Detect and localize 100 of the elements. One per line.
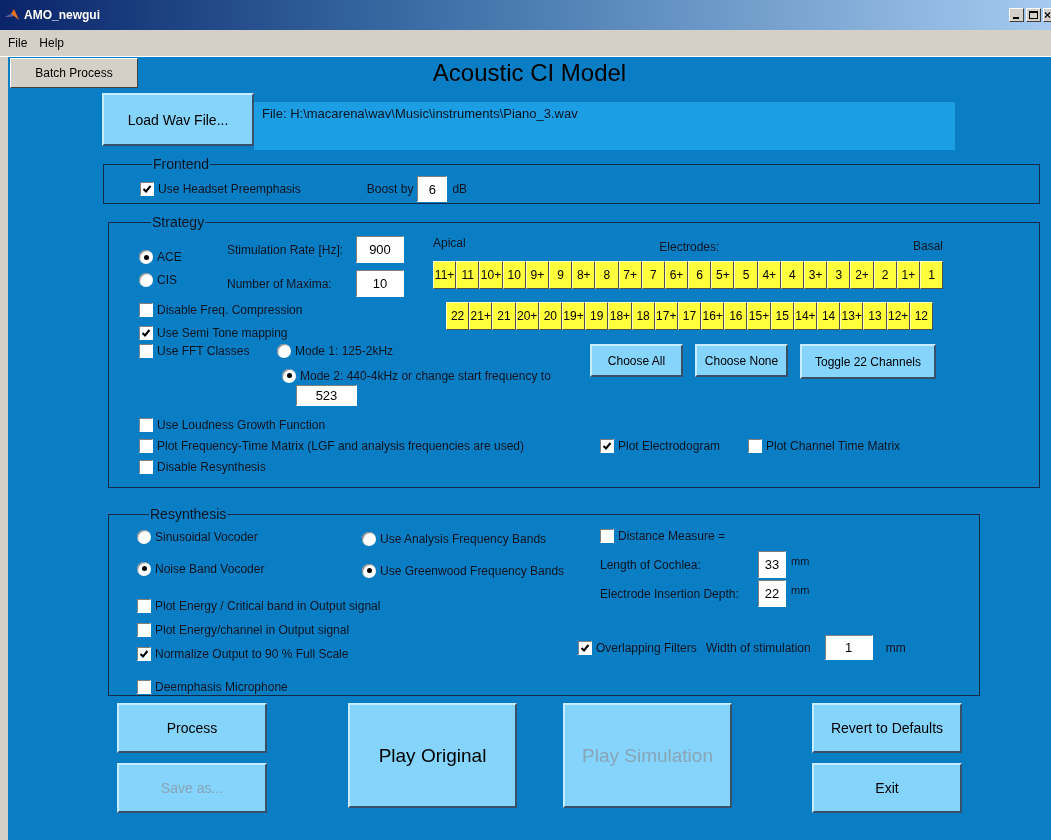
electrode-toggle[interactable]: 13+ [840, 302, 864, 330]
checkbox-label[interactable]: Plot Electrodogram [618, 438, 721, 453]
electrode-toggle[interactable]: 14 [817, 302, 841, 330]
batch-process-button[interactable]: Batch Process [10, 58, 138, 88]
electrode-toggle[interactable]: 20 [538, 302, 562, 330]
electrode-toggle[interactable]: 3+ [804, 261, 828, 289]
radio-label[interactable]: Mode 1: 125-2kHz [295, 344, 394, 358]
electrode-toggle[interactable]: 5 [734, 261, 758, 289]
electrode-toggle[interactable]: 2 [873, 261, 897, 289]
checkbox[interactable] [139, 438, 153, 453]
checkbox[interactable] [137, 646, 151, 661]
electrode-toggle[interactable]: 13 [863, 302, 887, 330]
menu-item[interactable]: Help [33, 34, 71, 52]
input-field[interactable]: 1 [824, 635, 873, 660]
maximize-button[interactable] [1026, 8, 1041, 22]
radio-button[interactable] [282, 368, 296, 383]
checkbox[interactable] [600, 438, 614, 453]
radio-button[interactable] [137, 561, 151, 576]
electrode-toggle[interactable]: 10+ [479, 261, 503, 289]
radio-label[interactable]: CIS [157, 273, 177, 287]
radio-label[interactable]: Noise Band Vocoder [155, 561, 265, 576]
input-field[interactable]: 22 [758, 580, 786, 607]
electrode-toggle[interactable]: 2+ [850, 261, 874, 289]
electrode-toggle[interactable]: 6+ [664, 261, 689, 289]
input-field[interactable]: 6 [417, 176, 448, 202]
radio-label[interactable]: Sinusoidal Vocoder [155, 530, 258, 544]
electrode-toggle[interactable]: 12 [909, 302, 933, 330]
electrode-toggle[interactable]: 21 [492, 302, 516, 330]
choose-all-button[interactable]: Choose All [590, 344, 683, 377]
electrode-toggle[interactable]: 9+ [525, 261, 549, 289]
play-original-button[interactable]: Play Original [348, 703, 517, 808]
electrode-toggle[interactable]: 4 [780, 261, 804, 289]
radio-button[interactable] [362, 532, 376, 546]
minimize-button[interactable] [1009, 8, 1024, 22]
electrode-toggle[interactable]: 8 [595, 261, 619, 289]
electrode-toggle[interactable]: 16+ [701, 302, 725, 330]
checkbox[interactable] [137, 622, 151, 637]
electrode-toggle[interactable]: 5+ [711, 261, 735, 289]
electrode-toggle[interactable]: 11 [456, 261, 480, 289]
input-field[interactable]: 523 [296, 384, 357, 406]
radio-label[interactable]: Mode 2: 440-4kHz or change start frequency to [300, 368, 551, 383]
electrode-toggle[interactable]: 15 [770, 302, 794, 330]
checkbox[interactable] [139, 417, 153, 432]
electrode-toggle[interactable]: 6 [688, 261, 712, 289]
electrode-toggle[interactable]: 20+ [515, 302, 539, 330]
electrode-toggle[interactable]: 17 [677, 302, 702, 330]
checkbox-label[interactable]: Deemphasis Microphone [155, 679, 288, 694]
checkbox-label[interactable]: Disable Freq. Compression [157, 303, 303, 317]
radio-label[interactable]: Use Greenwood Frequency Bands [380, 563, 565, 578]
exit-button[interactable]: Exit [812, 763, 962, 813]
input-field[interactable]: 33 [758, 551, 786, 578]
menu-item[interactable]: File [2, 34, 34, 52]
radio-button[interactable] [139, 273, 153, 287]
input-field[interactable]: 10 [356, 270, 404, 297]
process-button[interactable]: Process [117, 703, 267, 753]
choose-none-button[interactable]: Choose None [695, 344, 788, 377]
checkbox-label[interactable]: Use Loudness Growth Function [157, 417, 326, 432]
electrode-toggle[interactable]: 19+ [561, 302, 586, 330]
revert-button[interactable]: Revert to Defaults [812, 703, 962, 753]
checkbox[interactable] [139, 344, 153, 358]
electrode-toggle[interactable]: 18 [631, 302, 655, 330]
radio-label[interactable]: Use Analysis Frequency Bands [380, 532, 547, 546]
radio-button[interactable] [277, 344, 291, 358]
electrode-toggle[interactable]: 3 [827, 261, 851, 289]
checkbox-label[interactable]: Plot Channel Time Matrix [766, 438, 901, 453]
electrode-toggle[interactable]: 1 [919, 261, 944, 289]
electrode-toggle[interactable]: 19 [585, 302, 609, 330]
electrode-toggle[interactable]: 22 [446, 302, 470, 330]
electrode-toggle[interactable]: 8+ [572, 261, 596, 289]
checkbox-label[interactable]: Use FFT Classes [157, 344, 250, 358]
close-button[interactable] [1043, 8, 1051, 22]
radio-button[interactable] [362, 563, 376, 578]
toggle-channels-button[interactable]: Toggle 22 Channels [800, 344, 936, 379]
checkbox[interactable] [140, 182, 154, 196]
radio-label[interactable]: ACE [157, 250, 182, 264]
electrode-toggle[interactable]: 15+ [747, 302, 771, 330]
electrode-toggle[interactable]: 9 [548, 261, 573, 289]
checkbox-label[interactable]: Normalize Output to 90 % Full Scale [155, 646, 349, 661]
checkbox[interactable] [137, 679, 151, 694]
electrode-toggle[interactable]: 14+ [793, 302, 817, 330]
checkbox-label[interactable]: Plot Energy / Critical band in Output signal [155, 598, 381, 613]
electrode-toggle[interactable]: 16 [724, 302, 748, 330]
checkbox-label[interactable]: Plot Frequency-Time Matrix (LGF and analysis frequencies are used) [157, 438, 525, 453]
electrode-toggle[interactable]: 7 [641, 261, 665, 289]
checkbox-label[interactable]: Distance Measure = [618, 529, 726, 543]
checkbox-label[interactable]: Plot Energy/channel in Output signal [155, 622, 350, 637]
checkbox[interactable] [600, 529, 614, 543]
electrode-toggle[interactable]: 4+ [757, 261, 781, 289]
electrode-toggle[interactable]: 10 [502, 261, 526, 289]
checkbox-label[interactable]: Use Semi Tone mapping [157, 326, 288, 340]
checkbox[interactable] [139, 303, 153, 317]
electrode-toggle[interactable]: 17+ [654, 302, 678, 330]
checkbox[interactable] [748, 438, 762, 453]
checkbox[interactable] [139, 459, 153, 474]
electrode-toggle[interactable]: 11+ [433, 261, 457, 289]
checkbox[interactable] [137, 598, 151, 613]
electrode-toggle[interactable]: 7+ [618, 261, 642, 289]
radio-button[interactable] [137, 530, 151, 544]
checkbox-label[interactable]: Use Headset Preemphasis [158, 182, 301, 196]
electrode-toggle[interactable]: 1+ [896, 261, 920, 289]
